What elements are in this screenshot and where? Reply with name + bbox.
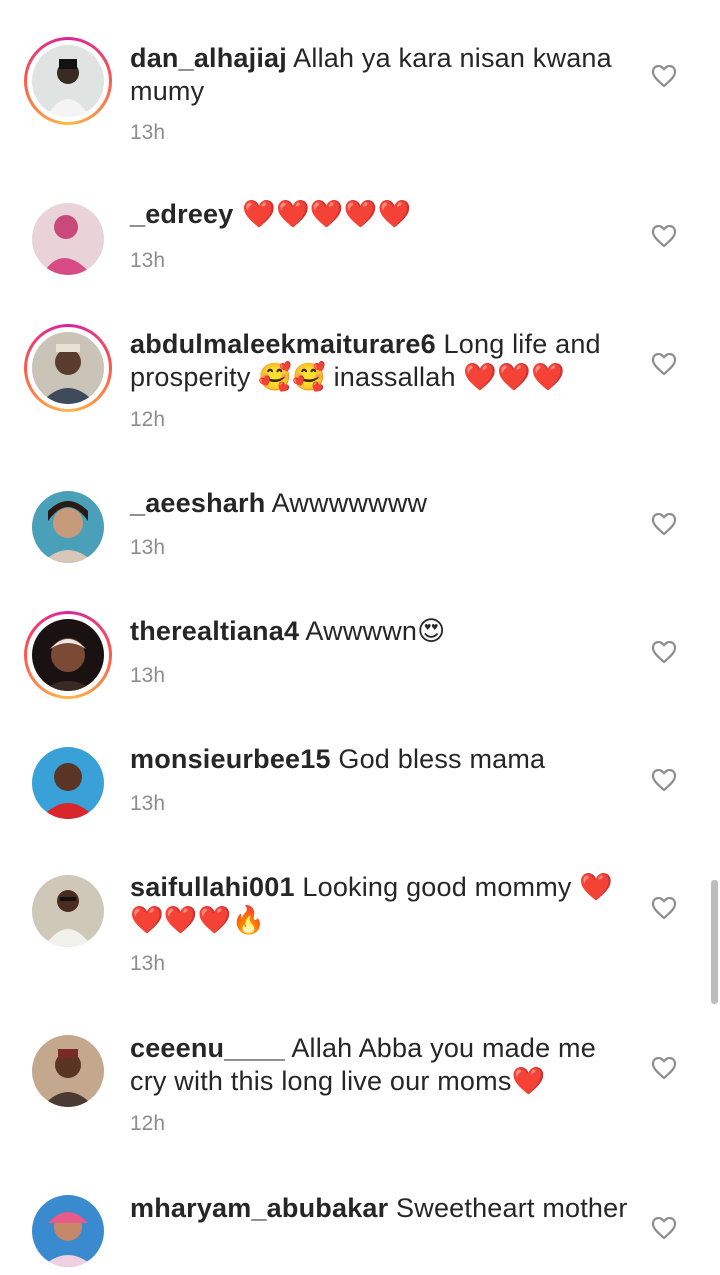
comment-body: Awwwwn😍: [299, 616, 446, 646]
avatar[interactable]: [24, 324, 112, 412]
heart-outline-icon[interactable]: [651, 352, 677, 376]
avatar[interactable]: [24, 739, 112, 827]
comment-time: 13h: [130, 536, 166, 559]
comment-username[interactable]: therealtiana4: [130, 616, 299, 646]
comment-text: mharyam_abubakar Sweetheart mother: [130, 1192, 630, 1225]
avatar[interactable]: [24, 867, 112, 955]
avatar[interactable]: [24, 611, 112, 699]
scrollbar[interactable]: [711, 880, 718, 1004]
comment-text: ceeenu____ Allah Abba you made me cry wi…: [130, 1032, 630, 1098]
comment-time: 13h: [130, 792, 166, 815]
comment-time: 13h: [130, 249, 166, 272]
avatar[interactable]: [24, 37, 112, 125]
comment-text: abdulmaleekmaiturare6 Long life and pros…: [130, 328, 630, 394]
heart-outline-icon[interactable]: [651, 640, 677, 664]
comment-username[interactable]: ceeenu____: [130, 1033, 285, 1063]
comment-username[interactable]: dan_alhajiaj: [130, 43, 287, 73]
heart-outline-icon[interactable]: [651, 896, 677, 920]
heart-outline-icon[interactable]: [651, 1056, 677, 1080]
comment-username[interactable]: mharyam_abubakar: [130, 1193, 388, 1223]
avatar[interactable]: [24, 483, 112, 571]
comment-username[interactable]: _edreey: [130, 199, 233, 229]
avatar[interactable]: [24, 1187, 112, 1275]
comment-text: _aeesharh Awwwwwww: [130, 487, 630, 520]
comment-text: dan_alhajiaj Allah ya kara nisan kwana m…: [130, 42, 630, 108]
comment-username[interactable]: abdulmaleekmaiturare6: [130, 329, 436, 359]
comment-time: 13h: [130, 952, 166, 975]
comment-time: 13h: [130, 121, 166, 144]
comment-body: Awwwwwww: [265, 488, 428, 518]
comment-time: 12h: [130, 1112, 166, 1135]
avatar[interactable]: [24, 1027, 112, 1115]
heart-outline-icon[interactable]: [651, 224, 677, 248]
heart-outline-icon[interactable]: [651, 768, 677, 792]
comment-text: monsieurbee15 God bless mama: [130, 743, 630, 776]
comment-time: 13h: [130, 664, 166, 687]
heart-outline-icon[interactable]: [651, 1216, 677, 1240]
comment-username[interactable]: saifullahi001: [130, 872, 295, 902]
heart-outline-icon[interactable]: [651, 64, 677, 88]
comment-text: saifullahi001 Looking good mommy ❤️❤️❤️❤…: [130, 871, 630, 937]
comment-body: Sweetheart mother: [388, 1193, 628, 1223]
avatar[interactable]: [24, 195, 112, 283]
comment-username[interactable]: monsieurbee15: [130, 744, 331, 774]
comment-text: therealtiana4 Awwwwn😍: [130, 615, 630, 648]
comment-time: 12h: [130, 408, 166, 431]
comment-body: God bless mama: [330, 744, 546, 774]
comment-username[interactable]: _aeesharh: [130, 488, 265, 518]
heart-outline-icon[interactable]: [651, 512, 677, 536]
comment-text: _edreey ❤️❤️❤️❤️❤️: [130, 198, 630, 231]
comment-body: ❤️❤️❤️❤️❤️: [233, 199, 412, 230]
